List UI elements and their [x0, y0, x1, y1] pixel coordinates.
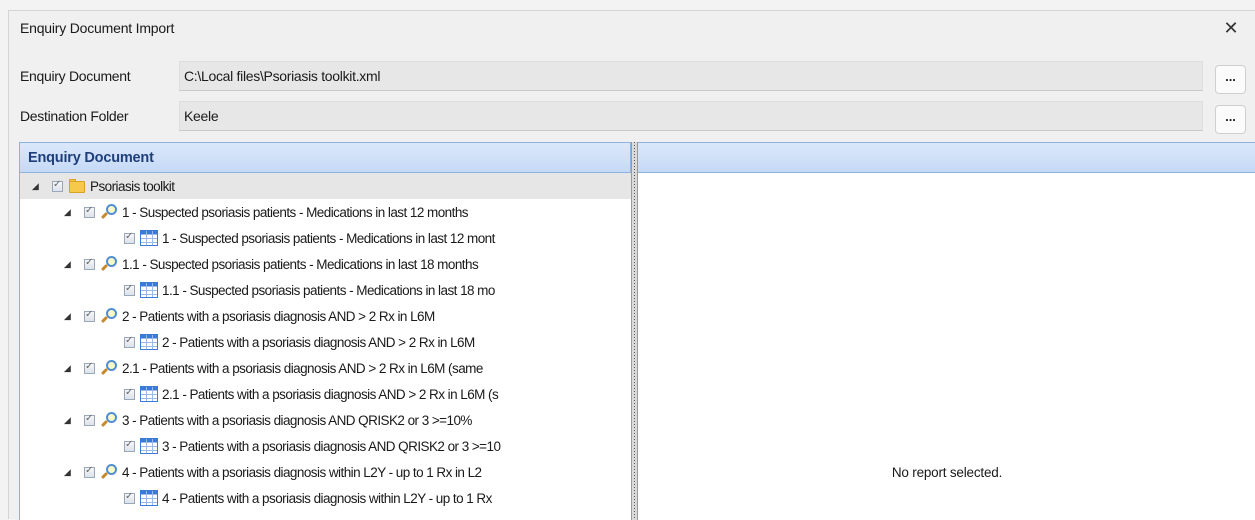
search-icon [100, 411, 118, 429]
close-icon[interactable]: ✕ [1219, 18, 1243, 39]
tree-search-node[interactable]: ◢ 4 - Patients with a psoriasis diagnosi… [20, 459, 631, 485]
tree-search-label: 1 - Suspected psoriasis patients - Medic… [122, 204, 469, 220]
tree-root-label: Psoriasis toolkit [90, 178, 175, 194]
enquiry-document-field[interactable]: C:\Local files\Psoriasis toolkit.xml [179, 61, 1203, 91]
tree-search-node[interactable]: ◢ 2.1 - Patients with a psoriasis diagno… [20, 355, 631, 381]
report-preview-header [638, 142, 1255, 173]
tree-report-label: 1.1 - Suspected psoriasis patients - Med… [162, 282, 495, 298]
checkbox[interactable] [124, 283, 135, 296]
tree-report-node[interactable]: 1.1 - Suspected psoriasis patients - Med… [20, 277, 631, 303]
checkbox[interactable] [124, 335, 135, 348]
checkbox[interactable] [124, 491, 135, 504]
checkbox[interactable] [84, 413, 95, 426]
checkbox[interactable] [124, 231, 135, 244]
tree-report-node[interactable]: 4 - Patients with a psoriasis diagnosis … [20, 485, 631, 511]
checkbox[interactable] [52, 179, 63, 192]
checkbox[interactable] [84, 465, 95, 478]
tree-report-node[interactable]: 2 - Patients with a psoriasis diagnosis … [20, 329, 631, 355]
tree-report-node[interactable]: 3 - Patients with a psoriasis diagnosis … [20, 433, 631, 459]
expander-icon[interactable]: ◢ [60, 259, 74, 270]
tree-report-label: 3 - Patients with a psoriasis diagnosis … [162, 438, 501, 454]
tree-root-node[interactable]: ◢ Psoriasis toolkit [20, 173, 631, 199]
report-table-icon [140, 386, 158, 402]
search-icon [100, 359, 118, 377]
search-icon [100, 255, 118, 273]
destination-folder-browse-button[interactable]: ... [1215, 105, 1246, 134]
no-report-message: No report selected. [891, 465, 1003, 480]
tree-search-node[interactable]: ◢ 1.1 - Suspected psoriasis patients - M… [20, 251, 631, 277]
title-bar: Enquiry Document Import ✕ [9, 11, 1255, 45]
checkbox[interactable] [84, 361, 95, 374]
import-dialog: Enquiry Document Import ✕ Enquiry Docume… [8, 10, 1255, 520]
expander-icon[interactable]: ◢ [60, 415, 74, 426]
panel-splitter[interactable] [631, 142, 638, 520]
tree-search-label: 2 - Patients with a psoriasis diagnosis … [122, 308, 435, 324]
tree-search-node[interactable]: ◢ 2 - Patients with a psoriasis diagnosi… [20, 303, 631, 329]
tree-report-label: 2 - Patients with a psoriasis diagnosis … [162, 334, 475, 350]
enquiry-tree: ◢ Psoriasis toolkit ◢ 1 - Suspected psor… [20, 173, 631, 511]
tree-report-label: 4 - Patients with a psoriasis diagnosis … [162, 490, 492, 506]
window-title: Enquiry Document Import [20, 20, 175, 36]
destination-folder-field[interactable]: Keele [179, 101, 1203, 131]
destination-folder-row: Destination Folder Keele ... [9, 101, 1255, 134]
checkbox[interactable] [84, 205, 95, 218]
enquiry-document-panel: Enquiry Document ◢ Psoriasis toolkit ◢ 1… [19, 142, 631, 520]
destination-folder-label: Destination Folder [20, 108, 129, 124]
report-table-icon [140, 282, 158, 298]
splitter-grip[interactable] [634, 142, 635, 520]
tree-report-label: 2.1 - Patients with a psoriasis diagnosi… [162, 386, 499, 402]
search-icon [100, 307, 118, 325]
enquiry-document-label: Enquiry Document [20, 68, 131, 84]
report-table-icon [140, 230, 158, 246]
folder-icon [68, 177, 86, 195]
expander-icon[interactable]: ◢ [60, 467, 74, 478]
tree-search-node[interactable]: ◢ 3 - Patients with a psoriasis diagnosi… [20, 407, 631, 433]
report-table-icon [140, 438, 158, 454]
report-table-icon [140, 334, 158, 350]
expander-icon[interactable]: ◢ [60, 207, 74, 218]
report-preview-panel: No report selected. [638, 142, 1255, 520]
checkbox[interactable] [84, 257, 95, 270]
checkbox[interactable] [124, 439, 135, 452]
tree-search-label: 1.1 - Suspected psoriasis patients - Med… [122, 256, 479, 272]
tree-search-label: 2.1 - Patients with a psoriasis diagnosi… [122, 360, 483, 376]
checkbox[interactable] [84, 309, 95, 322]
checkbox[interactable] [124, 387, 135, 400]
expander-icon[interactable]: ◢ [28, 181, 42, 192]
search-icon [100, 203, 118, 221]
search-icon [100, 463, 118, 481]
expander-icon[interactable]: ◢ [60, 363, 74, 374]
enquiry-document-row: Enquiry Document C:\Local files\Psoriasi… [9, 61, 1255, 94]
tree-search-node[interactable]: ◢ 1 - Suspected psoriasis patients - Med… [20, 199, 631, 225]
report-table-icon [140, 490, 158, 506]
enquiry-document-panel-header: Enquiry Document [20, 142, 631, 173]
tree-report-label: 1 - Suspected psoriasis patients - Medic… [162, 230, 495, 246]
tree-search-label: 3 - Patients with a psoriasis diagnosis … [122, 412, 472, 428]
tree-search-label: 4 - Patients with a psoriasis diagnosis … [122, 464, 482, 480]
tree-report-node[interactable]: 2.1 - Patients with a psoriasis diagnosi… [20, 381, 631, 407]
expander-icon[interactable]: ◢ [60, 311, 74, 322]
enquiry-document-browse-button[interactable]: ... [1215, 65, 1246, 94]
tree-report-node[interactable]: 1 - Suspected psoriasis patients - Medic… [20, 225, 631, 251]
